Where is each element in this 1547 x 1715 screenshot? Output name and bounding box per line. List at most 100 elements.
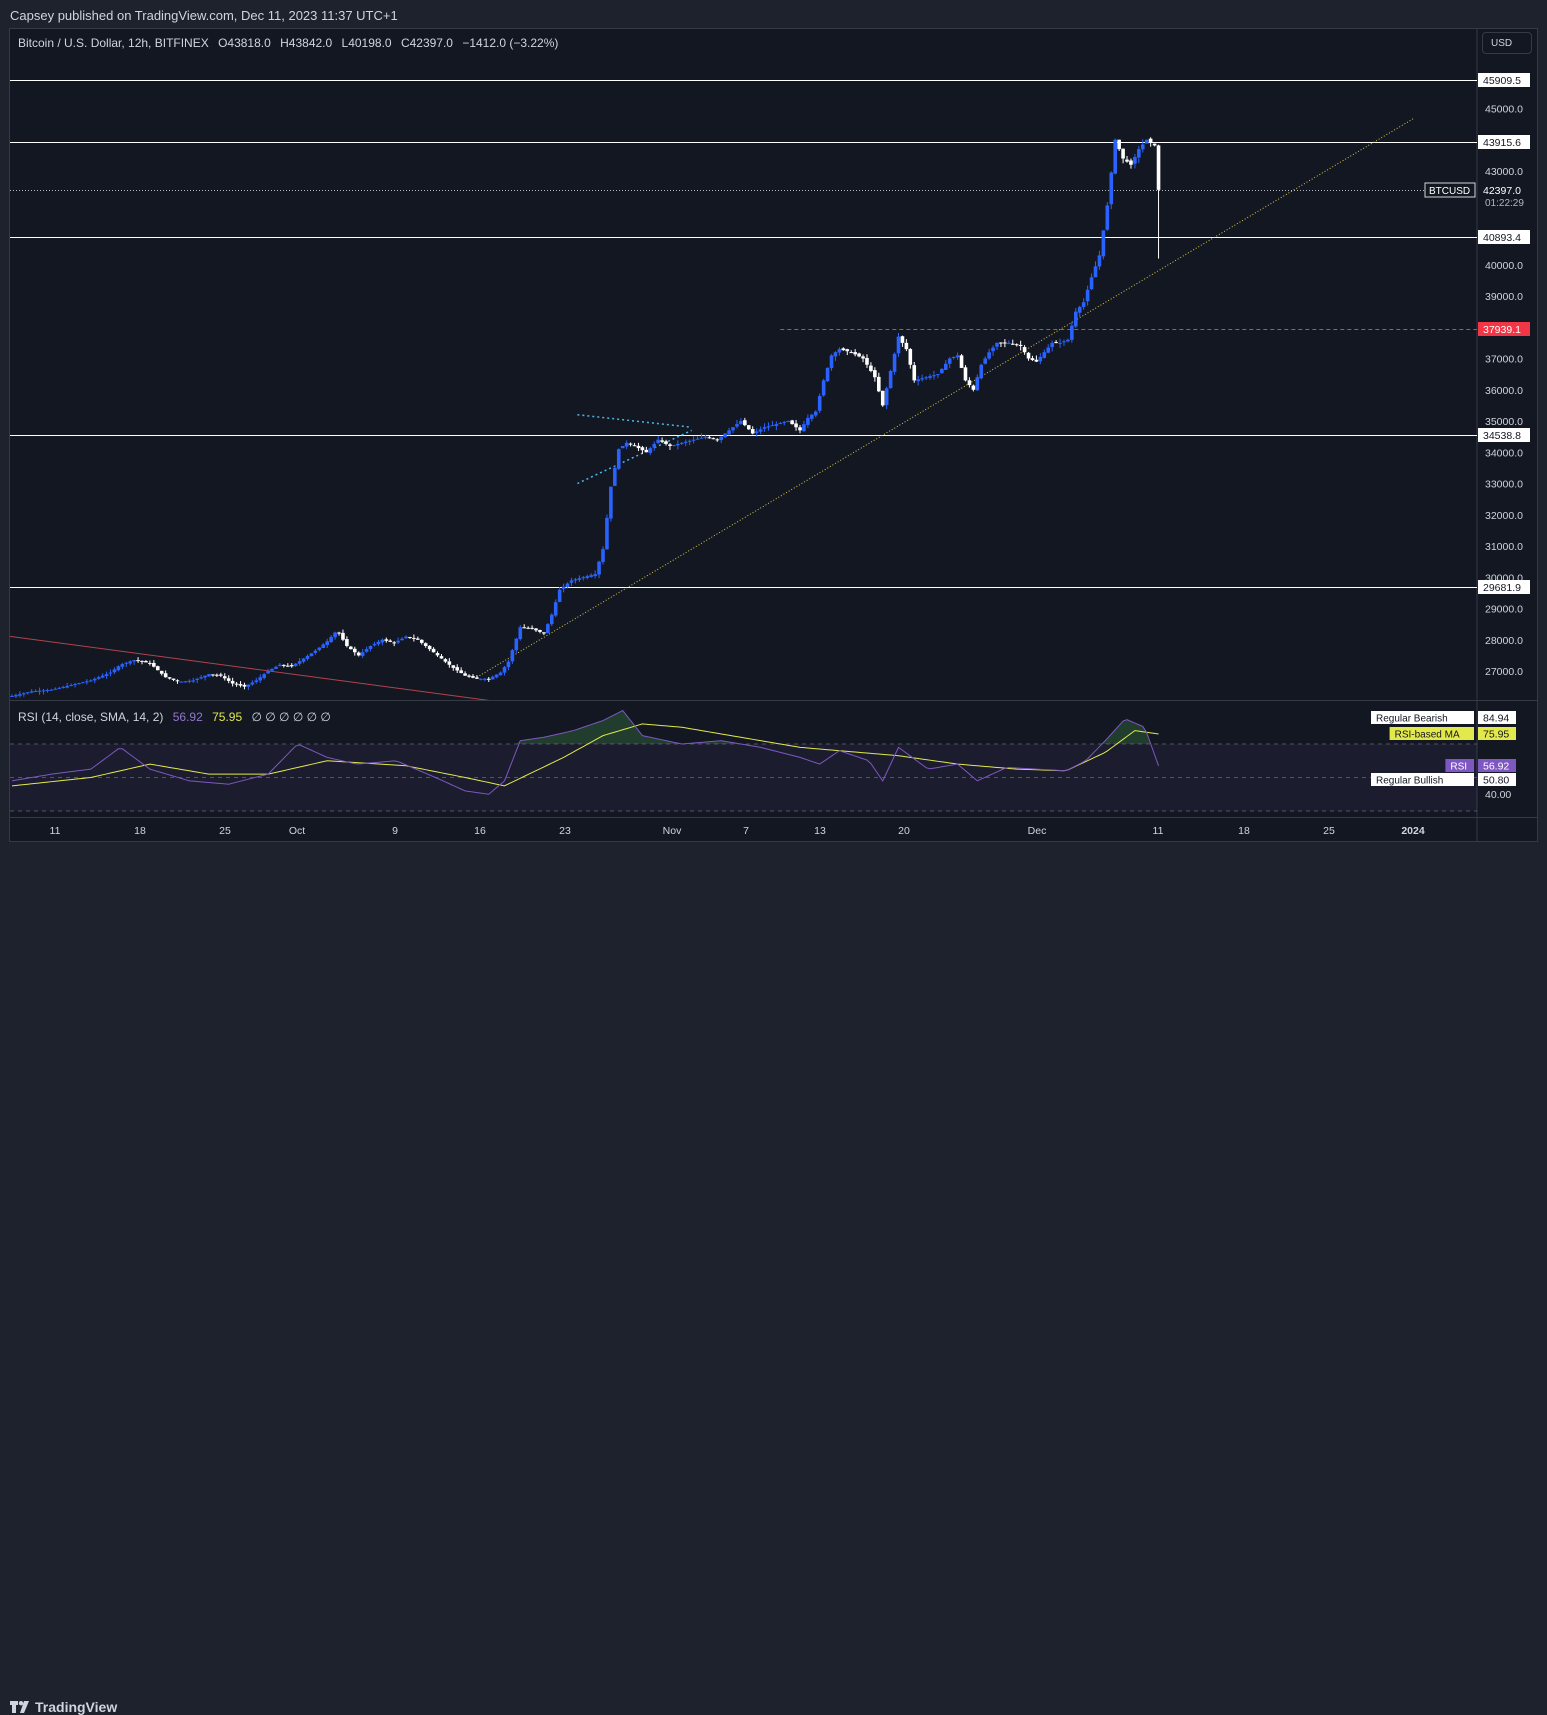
candle-body[interactable] (900, 336, 905, 343)
candle-body[interactable] (538, 629, 542, 632)
candle-body[interactable] (877, 376, 881, 392)
candle-body[interactable] (455, 667, 460, 671)
candle-body[interactable] (128, 661, 132, 664)
candle-body[interactable] (388, 640, 393, 642)
candle-body[interactable] (739, 421, 743, 425)
candle-body[interactable] (479, 678, 483, 680)
candle-body[interactable] (219, 674, 223, 676)
candle-body[interactable] (41, 690, 46, 692)
candle-body[interactable] (345, 639, 349, 646)
candle-body[interactable] (920, 378, 924, 380)
candle-body[interactable] (676, 443, 680, 446)
candle-body[interactable] (888, 371, 893, 389)
candle-body[interactable] (77, 683, 81, 685)
candle-body[interactable] (1066, 339, 1070, 342)
candle-body[interactable] (549, 614, 554, 625)
candle-body[interactable] (100, 675, 105, 678)
candle-body[interactable] (490, 676, 495, 680)
candle-body[interactable] (672, 444, 676, 446)
candle-body[interactable] (1014, 344, 1019, 346)
candle-body[interactable] (136, 660, 140, 662)
candle-body[interactable] (179, 681, 184, 683)
candle-body[interactable] (502, 667, 507, 673)
candle-body[interactable] (211, 674, 215, 676)
candle-body[interactable] (313, 650, 318, 653)
candle-body[interactable] (1140, 144, 1145, 150)
candle-body[interactable] (207, 674, 211, 677)
candle-body[interactable] (22, 693, 26, 695)
candle-body[interactable] (1042, 352, 1047, 358)
candle-body[interactable] (573, 579, 578, 581)
candle-body[interactable] (203, 675, 207, 678)
candle-body[interactable] (167, 677, 172, 679)
candle-body[interactable] (317, 647, 322, 651)
candle-body[interactable] (1074, 311, 1078, 327)
candle-body[interactable] (963, 367, 968, 381)
symbol-title[interactable]: Bitcoin / U.S. Dollar, 12h, BITFINEX (18, 36, 209, 50)
candle-body[interactable] (360, 652, 365, 656)
candle-body[interactable] (518, 627, 523, 640)
candle-body[interactable] (250, 682, 255, 685)
candle-body[interactable] (735, 424, 739, 427)
price-chart[interactable]: 45000.0 43000.0 40000.0 39000.0 37000.0 36000… (0, 0, 1547, 878)
candle-body[interactable] (873, 370, 877, 378)
candle-body[interactable] (246, 684, 251, 687)
candle-body[interactable] (270, 668, 274, 671)
candle-body[interactable] (770, 425, 775, 427)
candle-body[interactable] (794, 423, 798, 428)
candle-body[interactable] (534, 628, 538, 631)
candle-body[interactable] (282, 664, 286, 666)
candle-body[interactable] (869, 365, 873, 371)
triangle-lower-line[interactable] (577, 429, 692, 485)
candle-body[interactable] (896, 336, 901, 354)
candle-body[interactable] (810, 414, 814, 419)
candle-body[interactable] (163, 673, 168, 678)
candle-body[interactable] (443, 659, 448, 662)
candle-body[interactable] (155, 666, 160, 671)
candle-body[interactable] (932, 375, 936, 377)
candle-body[interactable] (557, 589, 562, 602)
candle-body[interactable] (983, 358, 987, 364)
candle-body[interactable] (447, 661, 452, 665)
candle-body[interactable] (89, 680, 93, 682)
candle-body[interactable] (825, 367, 830, 382)
candle-body[interactable] (569, 580, 574, 583)
candle-body[interactable] (234, 683, 239, 685)
candle-body[interactable] (53, 688, 58, 690)
candle-body[interactable] (1046, 347, 1051, 353)
candle-body[interactable] (352, 648, 357, 653)
candle-body[interactable] (817, 396, 822, 411)
candle-body[interactable] (1137, 149, 1141, 158)
candle-body[interactable] (341, 632, 345, 640)
candle-body[interactable] (486, 678, 491, 680)
candle-body[interactable] (605, 517, 609, 550)
currency-button[interactable]: USD (1482, 32, 1532, 54)
candle-body[interactable] (790, 420, 794, 425)
candle-body[interactable] (423, 643, 428, 646)
candle-body[interactable] (565, 583, 570, 588)
candle-body[interactable] (943, 363, 948, 370)
candle-body[interactable] (10, 696, 14, 697)
descending-trendline[interactable] (0, 635, 491, 701)
candle-body[interactable] (49, 689, 54, 691)
candle-body[interactable] (609, 486, 613, 519)
candle-body[interactable] (546, 624, 550, 634)
candle-body[interactable] (758, 429, 763, 432)
candle-body[interactable] (140, 660, 144, 662)
candle-body[interactable] (191, 680, 196, 682)
candle-body[interactable] (104, 674, 109, 677)
tradingview-logo[interactable]: TradingView (10, 1699, 117, 1715)
candle-body[interactable] (695, 438, 700, 440)
candle-body[interactable] (959, 355, 964, 368)
candle-body[interactable] (132, 660, 136, 662)
candle-body[interactable] (494, 674, 499, 678)
candle-body[interactable] (723, 433, 727, 438)
candle-body[interactable] (861, 356, 865, 359)
candle-body[interactable] (908, 348, 913, 365)
candle-body[interactable] (711, 438, 716, 440)
candle-body[interactable] (660, 440, 664, 442)
candle-body[interactable] (1148, 138, 1153, 143)
candle-body[interactable] (743, 420, 747, 426)
ascending-trendline[interactable] (476, 117, 1415, 678)
triangle-upper-line[interactable] (577, 414, 692, 428)
